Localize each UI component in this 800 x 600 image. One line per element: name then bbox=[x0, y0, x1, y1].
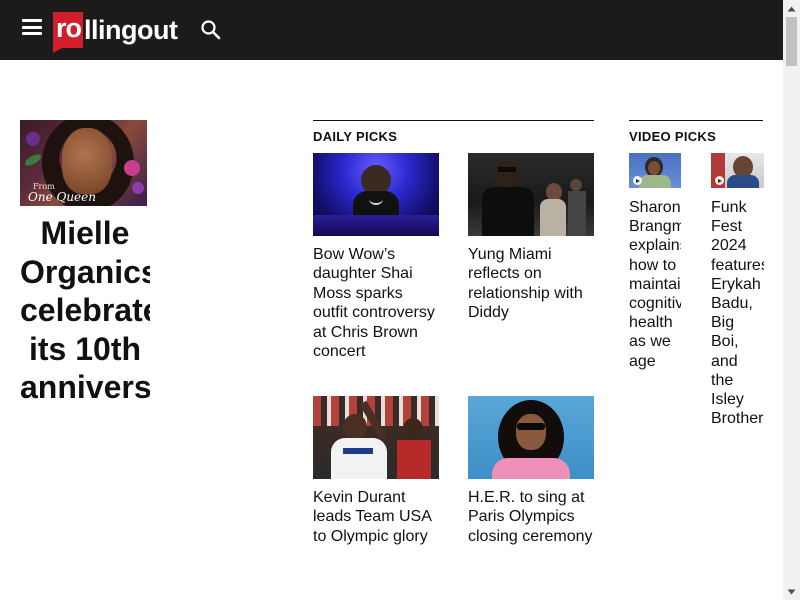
story-card[interactable]: H.E.R. to sing at Paris Olympics closing… bbox=[468, 396, 594, 546]
story-title[interactable]: H.E.R. to sing at Paris Olympics closing… bbox=[468, 488, 594, 546]
video-title-line: features bbox=[711, 256, 764, 274]
video-title-line: Sharon bbox=[629, 199, 681, 216]
video-title-line: Funk bbox=[711, 199, 747, 216]
featured-title-line: celebrates bbox=[20, 292, 150, 328]
story-image[interactable] bbox=[313, 396, 439, 479]
video-title-line: health bbox=[629, 314, 673, 332]
video-card[interactable]: Sharon Brangman explains how to maintain… bbox=[629, 153, 681, 371]
video-title-line: as we bbox=[629, 333, 671, 351]
story-card[interactable]: Bow Wow’s daughter Shai Moss sparks outf… bbox=[313, 153, 439, 361]
video-title-line: Brothers bbox=[711, 410, 764, 428]
site-header: ro llingout bbox=[0, 0, 783, 60]
video-title-line: Brangman bbox=[629, 218, 681, 236]
play-icon bbox=[715, 176, 724, 185]
daily-picks-section: DAILY PICKS Bow Wow’s daughter Shai Moss… bbox=[313, 120, 594, 545]
video-title-line: maintain bbox=[629, 275, 681, 293]
video-title-line: Badu, bbox=[711, 295, 753, 313]
section-divider bbox=[629, 120, 763, 121]
scrollbar-thumb[interactable] bbox=[786, 17, 797, 66]
section-divider bbox=[313, 120, 594, 121]
featured-story-title[interactable]: Mielle Organics celebrates its 10th anni… bbox=[20, 214, 150, 407]
video-title-line: cognitive bbox=[629, 295, 681, 313]
search-icon[interactable] bbox=[200, 19, 222, 41]
video-title-line: explains bbox=[629, 237, 681, 255]
site-logo[interactable]: ro llingout bbox=[53, 12, 178, 53]
story-title[interactable]: Bow Wow’s daughter Shai Moss sparks outf… bbox=[313, 245, 439, 361]
video-title-line: Fest bbox=[711, 218, 743, 236]
featured-title-line: anniversary bbox=[20, 369, 150, 405]
featured-title-line: Organics bbox=[20, 253, 150, 290]
featured-title-line: Mielle bbox=[40, 215, 130, 251]
video-picks-label: VIDEO PICKS bbox=[629, 129, 717, 144]
scroll-up-icon[interactable] bbox=[783, 0, 800, 17]
story-image[interactable] bbox=[468, 396, 594, 479]
video-title-line: Erykah bbox=[711, 275, 761, 293]
featured-story-image[interactable]: From One Queen bbox=[20, 120, 147, 206]
video-title-line: how to bbox=[629, 256, 677, 274]
daily-picks-label: DAILY PICKS bbox=[313, 129, 398, 144]
hamburger-menu-icon[interactable] bbox=[22, 19, 42, 35]
video-title-line: Isley bbox=[711, 391, 744, 409]
featured-title-line: its 10th bbox=[28, 330, 142, 367]
story-title[interactable]: Kevin Durant leads Team USA to Olympic g… bbox=[313, 488, 439, 546]
video-picks-section: VIDEO PICKS Sharon Brangman explains how… bbox=[629, 120, 764, 427]
video-title-line: Big bbox=[711, 314, 735, 332]
video-title-line: Boi, bbox=[711, 333, 739, 351]
story-image[interactable] bbox=[313, 153, 439, 236]
video-title-line: 2024 bbox=[711, 237, 747, 255]
logo-wordmark: llingout bbox=[84, 14, 178, 45]
logo-badge: ro bbox=[53, 12, 83, 53]
story-title[interactable]: Yung Miami reflects on relationship with… bbox=[468, 245, 594, 323]
story-card[interactable]: Kevin Durant leads Team USA to Olympic g… bbox=[313, 396, 439, 546]
video-title[interactable]: Funk Fest 2024 features Erykah Badu, Big… bbox=[711, 198, 764, 428]
video-title-line: the bbox=[711, 371, 734, 389]
vertical-scrollbar[interactable] bbox=[783, 0, 800, 600]
video-card[interactable]: Funk Fest 2024 features Erykah Badu, Big… bbox=[711, 153, 764, 428]
story-card[interactable]: Yung Miami reflects on relationship with… bbox=[468, 153, 594, 323]
video-title-line: and bbox=[711, 352, 738, 370]
scroll-down-icon[interactable] bbox=[783, 583, 800, 600]
image-caption-script: One Queen bbox=[28, 190, 96, 204]
video-title[interactable]: Sharon Brangman explains how to maintain… bbox=[629, 198, 681, 371]
play-icon bbox=[633, 176, 642, 185]
story-image[interactable] bbox=[468, 153, 594, 236]
video-title-line: age bbox=[629, 352, 656, 370]
video-thumbnail[interactable] bbox=[711, 153, 764, 188]
featured-story[interactable]: From One Queen Mielle Organics celebrate… bbox=[20, 120, 150, 407]
video-thumbnail[interactable] bbox=[629, 153, 681, 188]
